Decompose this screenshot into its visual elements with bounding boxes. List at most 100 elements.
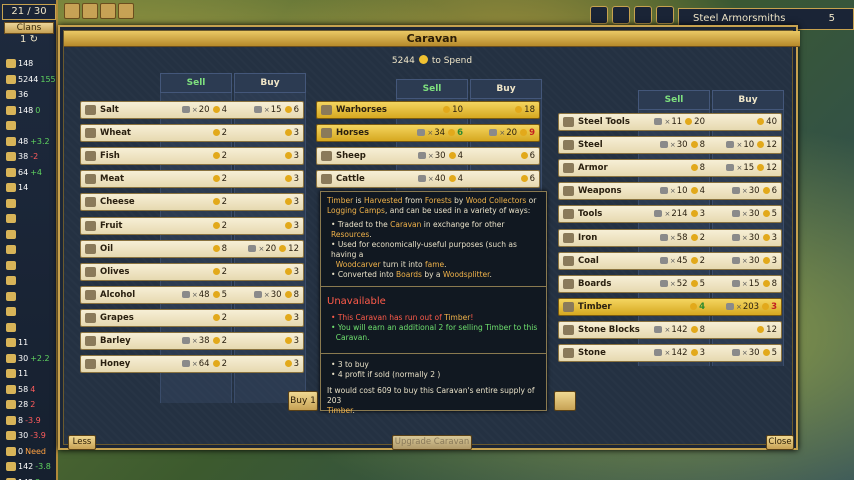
- buy-cell[interactable]: 3: [233, 125, 299, 141]
- buy-cell[interactable]: 3: [233, 171, 299, 187]
- sell-cell[interactable]: ×58 2: [639, 230, 705, 246]
- resource-row-cheese[interactable]: Cheese 2 3: [80, 193, 304, 212]
- buy-cell[interactable]: ×203 3: [711, 299, 777, 315]
- resource-row-stone[interactable]: Stone ×142 3 ×30 5: [558, 344, 782, 362]
- buy-cell[interactable]: 6: [469, 148, 535, 164]
- buy-cell[interactable]: ×30 5: [711, 206, 777, 222]
- resource-row-horses[interactable]: Horses ×34 6 ×20 9: [316, 124, 540, 143]
- sell-cell[interactable]: 2: [161, 125, 227, 141]
- buy-cell[interactable]: 3: [233, 194, 299, 210]
- close-button[interactable]: Close: [766, 435, 794, 450]
- buy-cell[interactable]: ×15 6: [233, 102, 299, 118]
- sword-icon[interactable]: [656, 6, 674, 24]
- buy-cell[interactable]: ×30 3: [711, 230, 777, 246]
- sell-cell[interactable]: ×45 2: [639, 253, 705, 269]
- settings-tool-icon[interactable]: [118, 3, 134, 19]
- resource-row-coal[interactable]: Coal ×45 2 ×30 3: [558, 251, 782, 270]
- sell-cell[interactable]: ×11 20: [639, 114, 705, 130]
- buy-cell[interactable]: ×20 12: [233, 241, 299, 257]
- resource-row-wheat[interactable]: Wheat 2 3: [80, 124, 304, 143]
- tools-icon[interactable]: [634, 6, 652, 24]
- sell-cell[interactable]: ×52 5: [639, 276, 705, 292]
- resource-row-tools[interactable]: Tools ×214 3 ×30 5: [558, 205, 782, 224]
- sell-cell[interactable]: ×64 2: [161, 356, 227, 372]
- resource-row-grapes[interactable]: Grapes 2 3: [80, 308, 304, 327]
- sell-cell[interactable]: ×20 4: [161, 102, 227, 118]
- sell-cell[interactable]: ×142 8: [639, 322, 705, 338]
- buy-cell[interactable]: 3: [233, 264, 299, 280]
- sell-cell[interactable]: ×10 4: [639, 183, 705, 199]
- buy-cell[interactable]: 3: [233, 310, 299, 326]
- buy-cell[interactable]: ×30 6: [711, 183, 777, 199]
- build-tool-icon[interactable]: [82, 3, 98, 19]
- sell-cell[interactable]: 8: [639, 160, 705, 176]
- buy-cell[interactable]: 40: [711, 114, 777, 130]
- sell-cell[interactable]: 2: [161, 171, 227, 187]
- resource-row-cattle[interactable]: Cattle ×40 4 6: [316, 170, 540, 189]
- resource-name: Sheep: [336, 151, 366, 162]
- buy-cell[interactable]: 6: [469, 171, 535, 187]
- list-tool-icon[interactable]: [100, 3, 116, 19]
- sell-cell[interactable]: 4: [639, 299, 705, 315]
- resource-icon: [6, 183, 16, 193]
- buy-cell[interactable]: 18: [469, 102, 535, 118]
- buy-cell[interactable]: ×30 5: [711, 345, 777, 361]
- sell-cell[interactable]: ×48 5: [161, 287, 227, 303]
- price: 3: [293, 197, 299, 208]
- map-tool-icon[interactable]: [64, 3, 80, 19]
- buy-cell[interactable]: ×10 12: [711, 137, 777, 153]
- camel-icon[interactable]: [590, 6, 608, 24]
- sell-cell[interactable]: ×30 8: [639, 137, 705, 153]
- resource-row-alcohol[interactable]: Alcohol ×48 5 ×30 8: [80, 285, 304, 304]
- resource-row-iron[interactable]: Iron ×58 2 ×30 3: [558, 228, 782, 247]
- resource-row-barley[interactable]: Barley ×38 2 3: [80, 332, 304, 350]
- buy-cell[interactable]: 3: [233, 333, 299, 349]
- sell-cell[interactable]: ×34 6: [397, 125, 463, 141]
- less-button[interactable]: Less: [68, 435, 96, 450]
- resource-row-olives[interactable]: Olives 2 3: [80, 262, 304, 281]
- sell-cell[interactable]: ×40 4: [397, 171, 463, 187]
- resource-row-stone-blocks[interactable]: Stone Blocks ×142 8 12: [558, 320, 782, 339]
- resource-row-oil[interactable]: Oil 8 ×20 12: [80, 239, 304, 258]
- buy-cell[interactable]: ×20 9: [469, 125, 535, 141]
- buy-cell[interactable]: ×30 3: [711, 253, 777, 269]
- sell-cell[interactable]: 2: [161, 310, 227, 326]
- buy-cell[interactable]: 3: [233, 218, 299, 234]
- buy-cell[interactable]: ×30 8: [233, 287, 299, 303]
- buy-cell[interactable]: 3: [233, 356, 299, 372]
- buy-cell[interactable]: ×15 12: [711, 160, 777, 176]
- resource-row-boards[interactable]: Boards ×52 5 ×15 8: [558, 274, 782, 293]
- buy-cell[interactable]: 3: [233, 148, 299, 164]
- scroll-icon[interactable]: [612, 6, 630, 24]
- resource-row-fruit[interactable]: Fruit 2 3: [80, 216, 304, 235]
- resource-row-fish[interactable]: Fish 2 3: [80, 147, 304, 166]
- sell-cell[interactable]: ×214 3: [639, 206, 705, 222]
- sell-cell[interactable]: 2: [161, 148, 227, 164]
- sell-cell[interactable]: 2: [161, 194, 227, 210]
- resource-row-timber[interactable]: Timber 4 ×203 3: [558, 297, 782, 316]
- buy-cell[interactable]: 12: [711, 322, 777, 338]
- resource-row-salt[interactable]: Salt ×20 4 ×15 6: [80, 101, 304, 119]
- clans-button[interactable]: Clans: [4, 22, 54, 34]
- coal-icon: [563, 255, 574, 266]
- buy-1-button[interactable]: Buy 1: [288, 391, 318, 411]
- resource-row-meat[interactable]: Meat 2 3: [80, 170, 304, 189]
- buy-more-button[interactable]: [554, 391, 576, 411]
- price: 3: [699, 348, 705, 358]
- sell-cell[interactable]: ×38 2: [161, 333, 227, 349]
- upgrade-caravan-button[interactable]: Upgrade Caravan: [392, 435, 472, 450]
- resource-row-armor[interactable]: Armor 8 ×15 12: [558, 159, 782, 178]
- sell-cell[interactable]: ×142 3: [639, 345, 705, 361]
- sell-cell[interactable]: ×30 4: [397, 148, 463, 164]
- buy-cell[interactable]: ×15 8: [711, 276, 777, 292]
- resource-row-steel-tools[interactable]: Steel Tools ×11 20 40: [558, 113, 782, 131]
- sell-cell[interactable]: 2: [161, 264, 227, 280]
- resource-row-honey[interactable]: Honey ×64 2 3: [80, 355, 304, 374]
- resource-row-steel[interactable]: Steel ×30 8 ×10 12: [558, 136, 782, 155]
- sell-cell[interactable]: 2: [161, 218, 227, 234]
- resource-row-weapons[interactable]: Weapons ×10 4 ×30 6: [558, 182, 782, 201]
- resource-row-warhorses[interactable]: Warhorses 10 18: [316, 101, 540, 119]
- sell-cell[interactable]: 8: [161, 241, 227, 257]
- sell-cell[interactable]: 10: [397, 102, 463, 118]
- resource-row-sheep[interactable]: Sheep ×30 4 6: [316, 147, 540, 166]
